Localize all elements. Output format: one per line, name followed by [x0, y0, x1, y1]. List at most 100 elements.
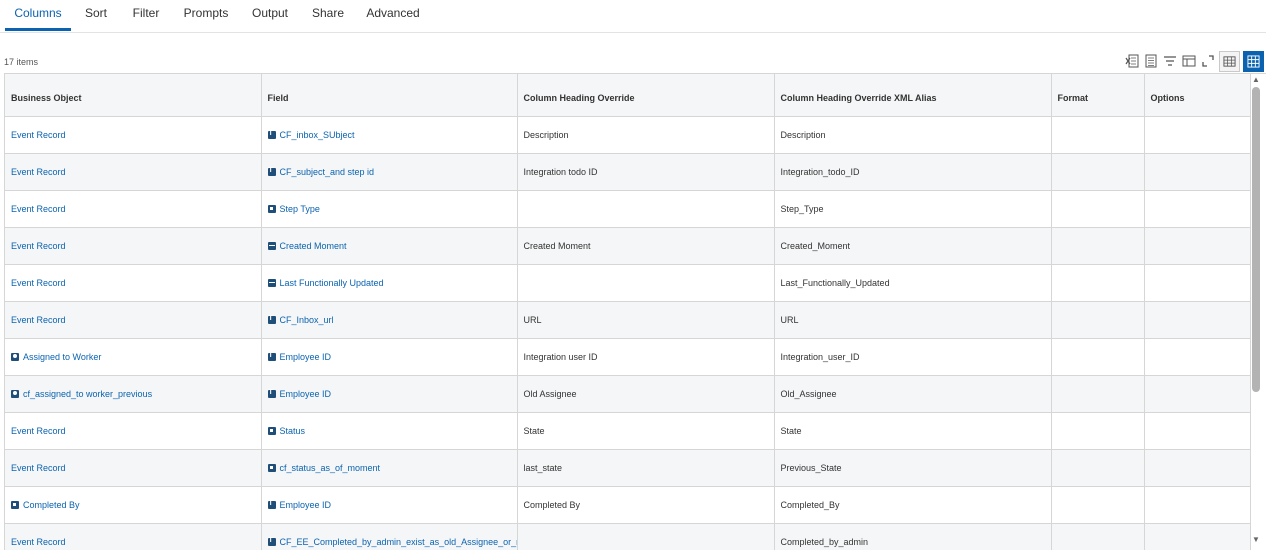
worker-icon[interactable]	[11, 390, 19, 398]
field-cell-link[interactable]: cf_status_as_of_moment	[280, 463, 381, 473]
table-row[interactable]: Event RecordCF_Inbox_urlURLURL	[5, 302, 1250, 339]
field-cell-link[interactable]: Last Functionally Updated	[280, 278, 384, 288]
format-cell	[1051, 191, 1144, 228]
business-object-cell-link[interactable]: Event Record	[11, 426, 66, 436]
text-field-icon[interactable]	[268, 501, 276, 509]
fullscreen-icon[interactable]	[1200, 53, 1216, 69]
business-object-cell-link[interactable]: Event Record	[11, 315, 66, 325]
options-cell	[1144, 302, 1250, 339]
filter-icon[interactable]	[1162, 53, 1178, 69]
field-cell-link[interactable]: Employee ID	[280, 500, 332, 510]
business-object-cell-link[interactable]: Assigned to Worker	[23, 352, 101, 362]
single-instance-icon[interactable]	[268, 205, 276, 213]
table-row[interactable]: Assigned to WorkerEmployee IDIntegration…	[5, 339, 1250, 376]
table-row[interactable]: Event Record Step Type Step_Type	[5, 191, 1250, 228]
field-cell-link[interactable]: Employee ID	[280, 389, 332, 399]
field-cell: Employee ID	[261, 376, 517, 413]
field-cell-link[interactable]: Employee ID	[280, 352, 332, 362]
text-field-icon[interactable]	[268, 538, 276, 546]
date-field-icon[interactable]	[268, 279, 276, 287]
scroll-thumb[interactable]	[1252, 87, 1260, 392]
tab-columns[interactable]: Columns	[5, 0, 71, 31]
business-object-cell: Event Record	[5, 191, 261, 228]
xml-alias-cell: Step_Type	[774, 191, 1051, 228]
table-row[interactable]: cf_assigned_to worker_previous Employee I…	[5, 376, 1250, 413]
field-cell: Employee ID	[261, 487, 517, 524]
column-heading-override-cell: Integration todo ID	[517, 154, 774, 191]
business-object-cell-link[interactable]: Event Record	[11, 130, 66, 140]
tab-bar: Columns Sort Filter Prompts Output Share…	[0, 0, 1266, 33]
format-cell	[1051, 376, 1144, 413]
field-cell-link[interactable]: Step Type	[280, 204, 320, 214]
business-object-cell-link[interactable]: Event Record	[11, 204, 66, 214]
table-row[interactable]: Event RecordCreated MomentCreated Moment…	[5, 228, 1250, 265]
table-row[interactable]: Event Record CF_EE_Completed_by_admin_exi…	[5, 524, 1250, 550]
scroll-down-icon[interactable]: ▼	[1251, 535, 1261, 545]
vertical-scrollbar[interactable]: ▲ ▼	[1251, 75, 1261, 545]
format-cell	[1051, 413, 1144, 450]
text-field-icon[interactable]	[268, 131, 276, 139]
business-object-cell-link[interactable]: Event Record	[11, 167, 66, 177]
xml-alias-cell: Previous_State	[774, 450, 1051, 487]
field-cell-link[interactable]: Created Moment	[280, 241, 347, 251]
tab-prompts[interactable]: Prompts	[180, 0, 232, 31]
header-column-heading-override[interactable]: Column Heading Override	[517, 74, 774, 117]
field-cell-link[interactable]: CF_inbox_SUbject	[280, 130, 355, 140]
column-heading-override-cell: Old Assignee	[517, 376, 774, 413]
tab-output[interactable]: Output	[248, 0, 292, 31]
business-object-cell-link[interactable]: Event Record	[11, 241, 66, 251]
business-object-cell-link[interactable]: Event Record	[11, 278, 66, 288]
column-heading-override-cell: Completed By	[517, 487, 774, 524]
header-business-object[interactable]: Business Object	[5, 74, 261, 117]
date-field-icon[interactable]	[268, 242, 276, 250]
business-object-cell-link[interactable]: Completed By	[23, 500, 80, 510]
table-row[interactable]: Event RecordStatusStateState	[5, 413, 1250, 450]
tab-filter[interactable]: Filter	[126, 0, 166, 31]
single-instance-icon[interactable]	[268, 427, 276, 435]
xml-alias-cell: Description	[774, 117, 1051, 154]
tab-advanced[interactable]: Advanced	[362, 0, 424, 31]
field-cell: cf_status_as_of_moment	[261, 450, 517, 487]
field-cell: CF_subject_and step id	[261, 154, 517, 191]
export-pdf-icon[interactable]	[1143, 53, 1159, 69]
export-excel-icon[interactable]	[1124, 53, 1140, 69]
field-cell: Created Moment	[261, 228, 517, 265]
table-row[interactable]: Event RecordLast Functionally UpdatedLas…	[5, 265, 1250, 302]
table-row[interactable]: Event RecordCF_inbox_SUbjectDescriptionD…	[5, 117, 1250, 154]
business-object-cell-link[interactable]: Event Record	[11, 463, 66, 473]
scroll-up-icon[interactable]: ▲	[1251, 75, 1261, 85]
field-cell-link[interactable]: Status	[280, 426, 306, 436]
business-object-cell: Event Record	[5, 302, 261, 339]
single-instance-icon[interactable]	[268, 464, 276, 472]
text-field-icon[interactable]	[268, 168, 276, 176]
columns-icon[interactable]	[1181, 53, 1197, 69]
table-view-icon[interactable]	[1219, 51, 1240, 72]
text-field-icon[interactable]	[268, 316, 276, 324]
business-object-cell: Event Record	[5, 524, 261, 550]
text-field-icon[interactable]	[268, 353, 276, 361]
header-options[interactable]: Options	[1144, 74, 1250, 117]
table-row[interactable]: Event Recordcf_status_as_of_momentlast_s…	[5, 450, 1250, 487]
table-row[interactable]: Event Record CF_subject_and step id Integr…	[5, 154, 1250, 191]
text-field-icon[interactable]	[268, 390, 276, 398]
header-xml-alias[interactable]: Column Heading Override XML Alias	[774, 74, 1051, 117]
single-instance-icon[interactable]	[11, 501, 19, 509]
format-cell	[1051, 117, 1144, 154]
header-format[interactable]: Format	[1051, 74, 1144, 117]
business-object-cell-link[interactable]: Event Record	[11, 537, 66, 547]
field-cell-link[interactable]: CF_subject_and step id	[280, 167, 375, 177]
worker-icon[interactable]	[11, 353, 19, 361]
options-cell	[1144, 524, 1250, 550]
business-object-cell: Event Record	[5, 413, 261, 450]
business-object-cell-link[interactable]: cf_assigned_to worker_previous	[23, 389, 152, 399]
format-cell	[1051, 339, 1144, 376]
grid-view-icon[interactable]	[1243, 51, 1264, 72]
table-row[interactable]: Completed ByEmployee IDCompleted ByCompl…	[5, 487, 1250, 524]
tab-share[interactable]: Share	[308, 0, 348, 31]
business-object-cell: Event Record	[5, 117, 261, 154]
field-cell-link[interactable]: CF_EE_Completed_by_admin_exist_as_old_As…	[280, 537, 518, 547]
field-cell-link[interactable]: CF_Inbox_url	[280, 315, 334, 325]
tab-sort[interactable]: Sort	[80, 0, 112, 31]
columns-grid: Business Object Field Column Heading Ove…	[4, 73, 1266, 550]
header-field[interactable]: Field	[261, 74, 517, 117]
